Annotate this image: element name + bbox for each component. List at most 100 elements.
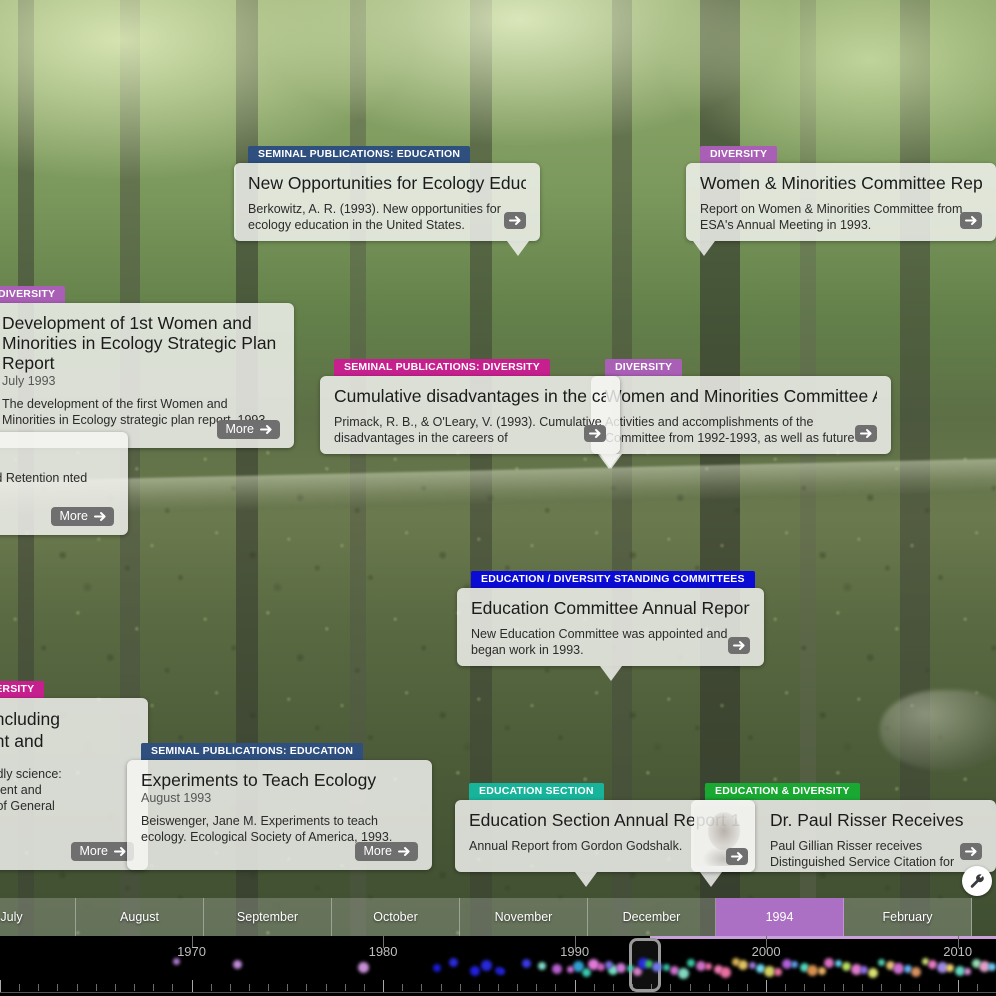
ruler-minor-tick: [862, 984, 863, 991]
scrubber-event-dot[interactable]: [233, 960, 242, 969]
card-more-arrow-button[interactable]: [504, 212, 526, 229]
card-badge-female-friendly-science[interactable]: VERSITY: [0, 681, 44, 698]
scrubber-event-dot[interactable]: [663, 964, 670, 971]
card-more-arrow-button[interactable]: [960, 212, 982, 229]
wrench-icon[interactable]: [962, 866, 992, 896]
month-cell-1994[interactable]: 1994: [716, 898, 844, 936]
month-band[interactable]: July August SeptemberOctoberNovemberDecemb…: [0, 898, 996, 936]
month-cell-february[interactable]: February: [844, 898, 972, 936]
scrubber-event-dot[interactable]: [988, 963, 996, 971]
card-more-arrow-button[interactable]: [960, 843, 982, 860]
scrubber-event-dot[interactable]: [470, 966, 480, 976]
ruler-minor-tick: [843, 984, 844, 991]
card-badge-experiments-to-teach[interactable]: SEMINAL PUBLICATIONS: EDUCATION: [141, 743, 363, 760]
year-label: 1970: [177, 944, 206, 959]
scrubber-event-dot[interactable]: [433, 964, 441, 972]
scrubber-event-dot[interactable]: [481, 960, 492, 971]
card-badge-women-minorities-report[interactable]: DIVERSITY: [700, 146, 777, 163]
card-cumulative-disadvantages[interactable]: Cumulative disadvantages in the careers …: [320, 376, 620, 454]
card-women-minorities-committee-report[interactable]: Women & Minorities Committee Report Repo…: [686, 163, 996, 241]
scrubber-event-dot[interactable]: [860, 966, 868, 974]
ruler-minor-tick: [479, 984, 480, 991]
card-more-button[interactable]: More: [51, 507, 114, 526]
scrubber-event-dot[interactable]: [818, 967, 826, 975]
scrubber-event-dot[interactable]: [791, 961, 798, 968]
card-experiments-to-teach-ecology[interactable]: Experiments to Teach Ecology August 1993…: [127, 760, 432, 870]
scrubber-event-dot[interactable]: [868, 968, 878, 978]
scrubber-event-dot[interactable]: [705, 963, 712, 970]
ruler-minor-tick: [402, 984, 403, 991]
card-female-friendly-science[interactable]: nce: Including content and ale friendly …: [0, 698, 148, 870]
ruler-minor-tick: [57, 984, 58, 991]
scrubber-event-dot[interactable]: [567, 966, 574, 973]
card-pointer-tail: [600, 454, 622, 469]
scrubber-event-dot[interactable]: [738, 960, 748, 970]
scrubber-event-dot[interactable]: [495, 967, 502, 974]
card-more-button[interactable]: More: [217, 420, 280, 439]
scrubber-event-dot[interactable]: [652, 962, 662, 972]
month-cell-label: August: [120, 910, 159, 924]
year-scrubber[interactable]: 19701980199020002010: [0, 936, 996, 996]
scrubber-event-dot[interactable]: [774, 968, 782, 976]
scrubber-event-dot[interactable]: [946, 964, 954, 972]
card-badge-cumulative-disadvantages[interactable]: SEMINAL PUBLICATIONS: DIVERSITY: [334, 359, 550, 376]
scrubber-event-dot[interactable]: [878, 959, 885, 966]
thumbnail-arrow-button[interactable]: [726, 848, 748, 865]
ruler-major-tick: [383, 980, 384, 992]
month-cell-july[interactable]: July: [0, 898, 76, 936]
scrubber-event-dot[interactable]: [552, 964, 562, 974]
card-more-arrow-button[interactable]: [728, 637, 750, 654]
month-cell-december[interactable]: December: [588, 898, 716, 936]
scrubber-event-dot[interactable]: [824, 958, 834, 968]
ruler-minor-tick: [249, 984, 250, 991]
scrubber-event-dot[interactable]: [582, 968, 591, 977]
card-badge-new-opportunities[interactable]: SEMINAL PUBLICATIONS: EDUCATION: [248, 146, 470, 163]
ruler-major-tick: [575, 980, 576, 992]
scrubber-event-dot[interactable]: [449, 958, 458, 967]
card-more-button[interactable]: More: [71, 842, 134, 861]
ruler-minor-tick: [421, 984, 422, 991]
month-cell-october[interactable]: October: [332, 898, 460, 936]
card-badge-development-strategic-plan[interactable]: DIVERSITY: [0, 286, 65, 303]
card-badge-women-minorities-annual[interactable]: DIVERSITY: [605, 359, 682, 376]
ruler-major-tick: [766, 980, 767, 992]
card-recruitment-retention[interactable]: itment and Retention nted Groups in More: [0, 432, 128, 535]
card-more-arrow-button[interactable]: [584, 425, 606, 442]
month-cell-november[interactable]: November: [460, 898, 588, 936]
card-new-opportunities[interactable]: New Opportunities for Ecology Education …: [234, 163, 540, 241]
card-women-minorities-committee-annual[interactable]: Women and Minorities Committee Annual Ac…: [591, 376, 891, 454]
card-title: New Opportunities for Ecology Education: [248, 173, 526, 193]
ruler-minor-tick: [268, 984, 269, 991]
scrubber-event-dot[interactable]: [964, 968, 971, 975]
card-body: Primack, R. B., & O'Leary, V. (1993). Cu…: [334, 414, 606, 446]
card-more-label: More: [60, 507, 88, 526]
scrubber-event-dot[interactable]: [616, 963, 626, 973]
scrubber-event-dot[interactable]: [720, 967, 731, 978]
scrubber-event-dot[interactable]: [893, 963, 904, 974]
year-label: 2010: [943, 944, 972, 959]
ruler-minor-tick: [804, 984, 805, 991]
scrubber-event-dot[interactable]: [358, 962, 369, 973]
card-body: New Education Committee was appointed an…: [471, 626, 750, 658]
card-more-button[interactable]: More: [355, 842, 418, 861]
ruler-major-tick: [0, 980, 1, 992]
scrubber-event-dot[interactable]: [911, 967, 921, 977]
month-cell-august[interactable]: August: [76, 898, 204, 936]
scrubber-event-dot[interactable]: [522, 959, 531, 968]
scrubber-event-dot[interactable]: [842, 962, 851, 971]
scrubber-event-dot[interactable]: [807, 965, 818, 976]
scrubber-event-dot[interactable]: [678, 968, 689, 979]
scrubber-event-dot[interactable]: [173, 958, 180, 965]
month-cell-september[interactable]: September: [204, 898, 332, 936]
scrubber-event-dot[interactable]: [687, 959, 695, 967]
card-more-label: More: [226, 420, 254, 439]
scrubber-event-dot[interactable]: [538, 962, 546, 970]
scrubber-event-dot[interactable]: [928, 960, 937, 969]
card-badge-education-section[interactable]: EDUCATION SECTION: [469, 783, 604, 800]
card-badge-education-diversity[interactable]: EDUCATION & DIVERSITY: [705, 783, 860, 800]
card-education-committee-annual-report-1993[interactable]: Education Committee Annual Report 1993 N…: [457, 588, 764, 666]
card-body: Activities and accomplishments of the Co…: [605, 414, 877, 446]
card-badge-education-committee[interactable]: EDUCATION / DIVERSITY STANDING COMMITTEE…: [471, 571, 755, 588]
card-more-arrow-button[interactable]: [855, 425, 877, 442]
card-development-1st-women-minorities-plan[interactable]: Development of 1st Women and Minorities …: [0, 303, 294, 448]
